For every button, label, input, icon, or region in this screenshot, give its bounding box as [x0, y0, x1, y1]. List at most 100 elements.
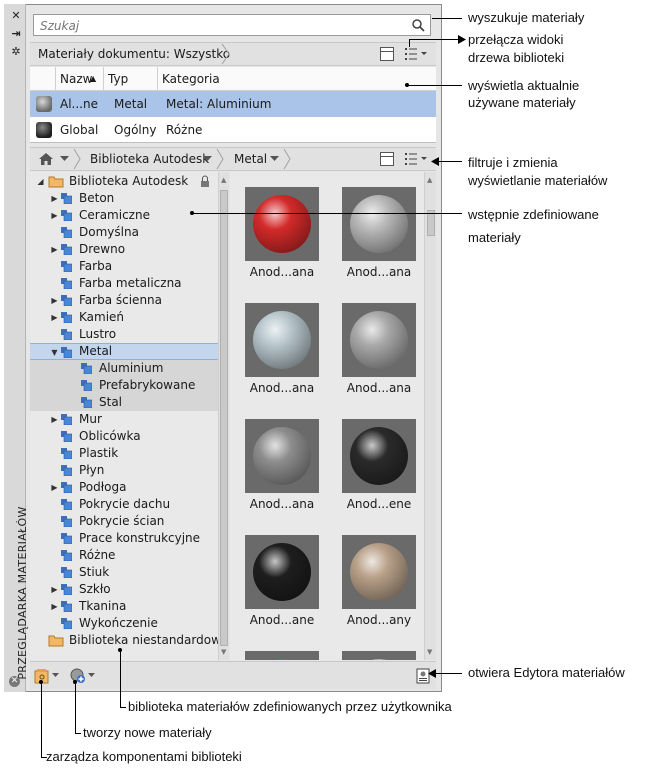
- material-label[interactable]: Anod...ana: [237, 265, 327, 279]
- grid-scrollbar[interactable]: ▲ ▼: [424, 172, 436, 660]
- tree-subitem[interactable]: Aluminium: [30, 360, 218, 377]
- material-swatch[interactable]: [245, 419, 319, 493]
- tree-item[interactable]: Stiuk: [30, 564, 218, 581]
- toggle-tree-view-icon[interactable]: [380, 47, 394, 61]
- collapse-arrow-icon[interactable]: ▼: [50, 344, 59, 361]
- material-sphere: [350, 427, 408, 485]
- expand-arrow-icon[interactable]: ▶: [50, 207, 59, 224]
- chevron-down-icon[interactable]: [52, 673, 59, 678]
- tree-subitem[interactable]: Prefabrykowane: [30, 377, 218, 394]
- lock-icon: [201, 175, 209, 187]
- tree-item[interactable]: Różne: [30, 547, 218, 564]
- scroll-down-icon[interactable]: ▼: [427, 648, 432, 656]
- tree-item[interactable]: Prace konstrukcyjne: [30, 530, 218, 547]
- material-swatch[interactable]: [245, 535, 319, 609]
- tree-item[interactable]: Farba metaliczna: [30, 275, 218, 292]
- tree-item[interactable]: ▼ Metal: [30, 343, 218, 360]
- tree-item[interactable]: Wykończenie: [30, 615, 218, 632]
- collapse-arrow-icon[interactable]: ◢: [36, 173, 45, 190]
- material-label[interactable]: Anod...any: [334, 613, 424, 627]
- material-label[interactable]: Anod...ana: [334, 381, 424, 395]
- category-icon: [61, 550, 72, 561]
- material-label[interactable]: Anod...ana: [334, 265, 424, 279]
- tree-label: Stiuk: [79, 565, 110, 579]
- tree-label: Prace konstrukcyjne: [79, 531, 201, 545]
- view-options-icon[interactable]: [404, 152, 428, 166]
- expand-arrow-icon[interactable]: ▶: [50, 309, 59, 326]
- material-swatch[interactable]: [342, 303, 416, 377]
- breadcrumb-library[interactable]: Biblioteka Autodesk: [84, 148, 219, 170]
- material-swatch[interactable]: [342, 187, 416, 261]
- material-swatch[interactable]: [342, 419, 416, 493]
- expand-arrow-icon[interactable]: ▶: [50, 581, 59, 598]
- document-filter-dropdown[interactable]: Materiały dokumentu: Wszystko: [38, 43, 230, 65]
- expand-arrow-icon[interactable]: ▶: [50, 190, 59, 207]
- material-label[interactable]: Anod...ana: [237, 497, 327, 511]
- material-swatch[interactable]: [245, 187, 319, 261]
- tree-item[interactable]: Domyślna: [30, 224, 218, 241]
- column-header-preview[interactable]: [30, 67, 56, 91]
- tree-item[interactable]: ▶ Farba ścienna: [30, 292, 218, 309]
- material-swatch[interactable]: [342, 651, 416, 660]
- tree-item[interactable]: ▶ Drewno: [30, 241, 218, 258]
- scroll-down-icon[interactable]: ▼: [221, 648, 226, 656]
- table-row[interactable]: Al...ne Metal Metal: Aluminium: [30, 91, 436, 117]
- column-header-type[interactable]: Typ: [104, 67, 158, 91]
- tree-item[interactable]: ▶ Podłoga: [30, 479, 218, 496]
- category-icon: [61, 567, 72, 578]
- tree-item[interactable]: ▶ Ceramiczne: [30, 207, 218, 224]
- material-category: Różne: [166, 123, 203, 137]
- search-icon[interactable]: [411, 18, 425, 32]
- material-label[interactable]: Anod...ene: [334, 497, 424, 511]
- tree-item[interactable]: ▶ Mur: [30, 411, 218, 428]
- expand-arrow-icon[interactable]: ▶: [50, 411, 59, 428]
- tree-root-custom-library[interactable]: Biblioteka niestandardowa: [30, 632, 228, 649]
- tree-subitem[interactable]: Stal: [30, 394, 218, 411]
- tree-item[interactable]: Farba: [30, 258, 218, 275]
- tree-root-autodesk-library[interactable]: ◢ Biblioteka Autodesk: [30, 173, 218, 190]
- material-swatch[interactable]: [342, 535, 416, 609]
- chevron-down-icon[interactable]: [270, 156, 279, 162]
- material-sphere: [350, 543, 408, 601]
- chevron-down-icon[interactable]: [60, 156, 69, 162]
- home-icon[interactable]: [38, 152, 54, 166]
- tree-item[interactable]: Lustro: [30, 326, 218, 343]
- search-box[interactable]: [33, 14, 431, 36]
- material-label[interactable]: Anod...ana: [237, 381, 327, 395]
- tree-scroll-thumb[interactable]: [220, 190, 228, 646]
- tree-item[interactable]: Pokrycie ścian: [30, 513, 218, 530]
- tree-scrollbar[interactable]: ▲ ▼: [218, 172, 229, 660]
- chevron-down-icon[interactable]: [88, 673, 95, 678]
- palette-title-strip[interactable]: ✕ ⇥ ✲ PRZEGLĄDARKA MATERIAŁÓW ✕: [4, 4, 29, 692]
- column-header-name[interactable]: Nazw ▲: [56, 67, 104, 91]
- expand-arrow-icon[interactable]: ▶: [50, 598, 59, 615]
- palette-menu-icon[interactable]: ✕: [9, 676, 20, 687]
- close-icon[interactable]: ✕: [10, 10, 22, 22]
- tree-item[interactable]: Pokrycie dachu: [30, 496, 218, 513]
- search-input[interactable]: [38, 16, 402, 36]
- tree-label: Szkło: [79, 582, 111, 596]
- callout-create: tworzy nowe materiały: [83, 725, 212, 740]
- scroll-up-icon[interactable]: ▲: [427, 176, 432, 184]
- tree-item[interactable]: ▶ Szkło: [30, 581, 218, 598]
- chevron-down-icon[interactable]: [203, 156, 212, 162]
- tree-item[interactable]: ▶ Kamień: [30, 309, 218, 326]
- column-header-category[interactable]: Kategoria: [158, 67, 436, 91]
- tree-item[interactable]: Oblicówka: [30, 428, 218, 445]
- tree-item[interactable]: ▶ Tkanina: [30, 598, 218, 615]
- toggle-tree-view-icon[interactable]: [380, 152, 394, 166]
- tree-item[interactable]: ▶ Beton: [30, 190, 218, 207]
- expand-arrow-icon[interactable]: ▶: [50, 241, 59, 258]
- material-swatch[interactable]: [245, 303, 319, 377]
- tree-item[interactable]: Płyn: [30, 462, 218, 479]
- scroll-up-icon[interactable]: ▲: [221, 176, 226, 184]
- material-swatch[interactable]: [245, 651, 319, 660]
- tree-item[interactable]: Plastik: [30, 445, 218, 462]
- autohide-icon[interactable]: ⇥: [10, 28, 22, 40]
- table-row[interactable]: Global Ogólny Różne: [30, 117, 436, 143]
- expand-arrow-icon[interactable]: ▶: [50, 479, 59, 496]
- properties-icon[interactable]: ✲: [10, 46, 22, 58]
- view-options-icon[interactable]: [404, 47, 428, 61]
- expand-arrow-icon[interactable]: ▶: [50, 292, 59, 309]
- material-label[interactable]: Anod...ane: [237, 613, 327, 627]
